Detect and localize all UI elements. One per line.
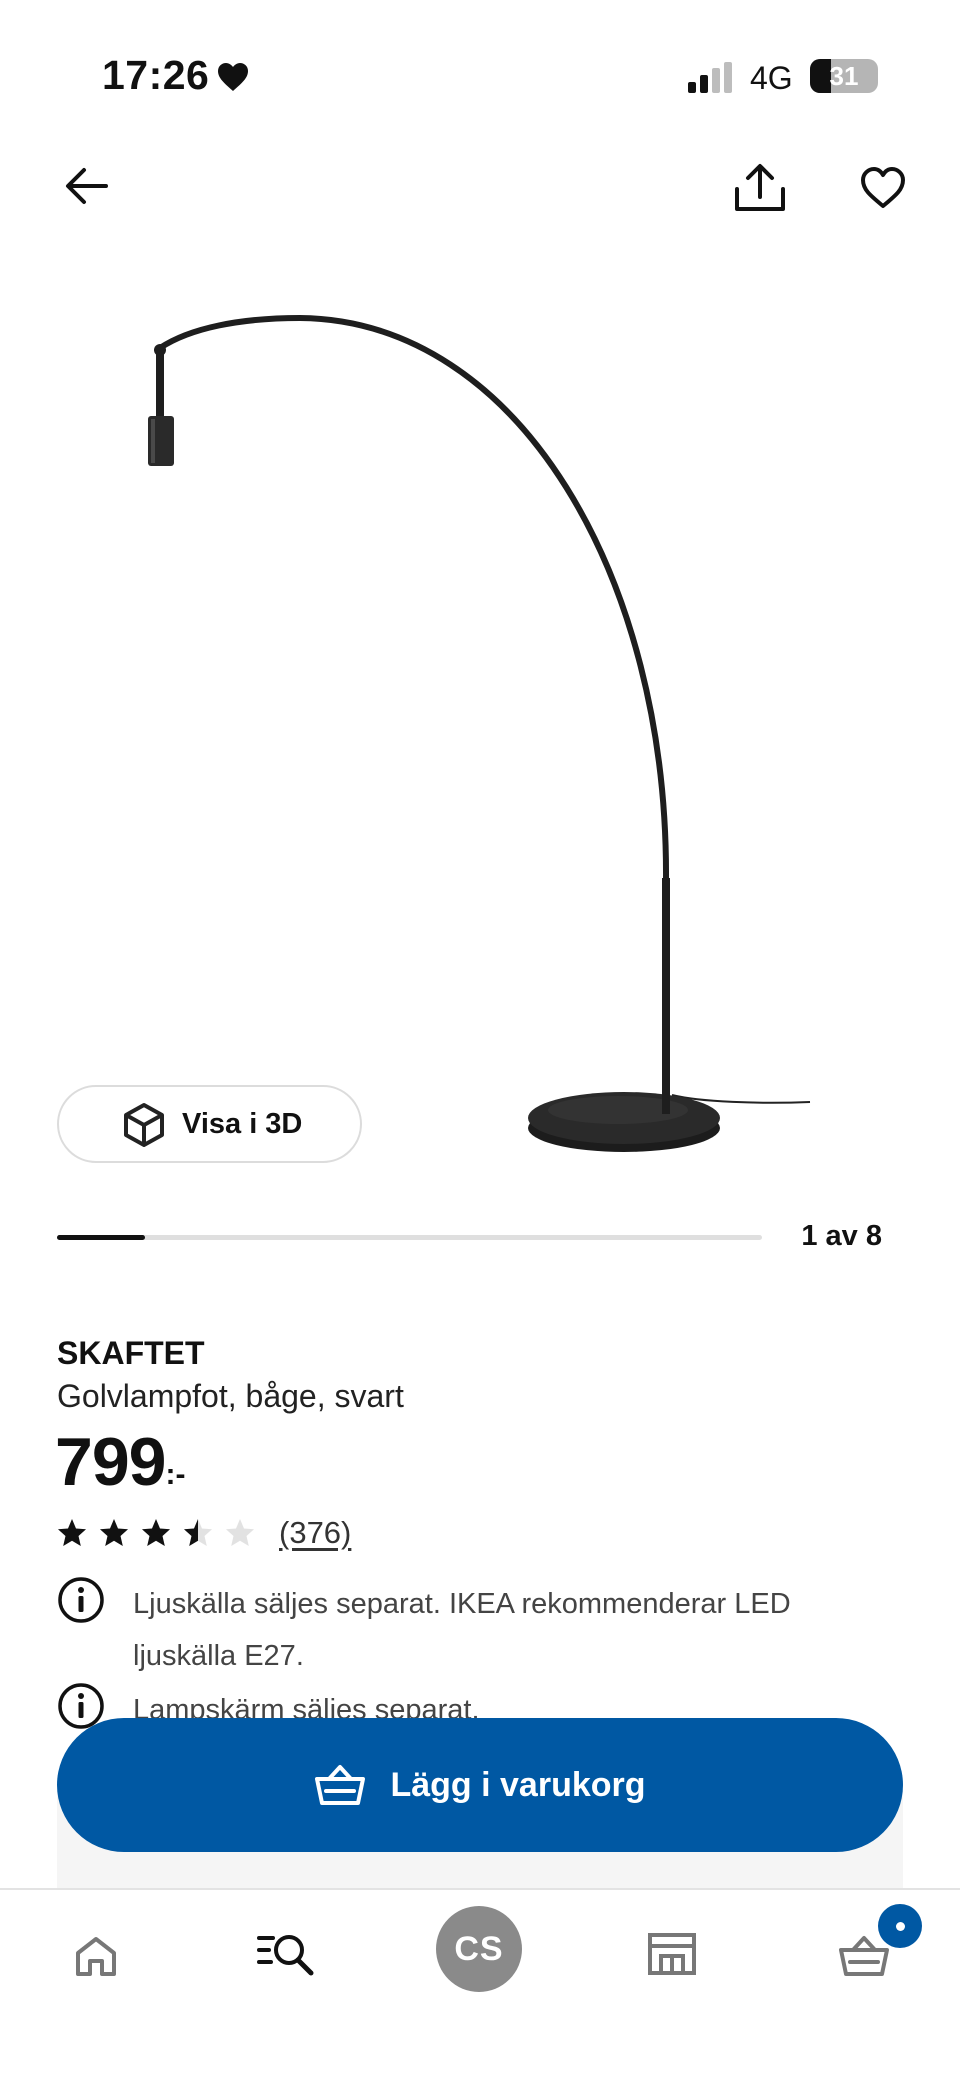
- status-time: 17:26: [102, 52, 210, 98]
- notice-light-source: Ljuskälla säljes separat. IKEA rekommend…: [57, 1576, 857, 1686]
- nav-search[interactable]: [256, 1928, 316, 1980]
- star-icon: [100, 1519, 128, 1546]
- cube-icon: [124, 1103, 164, 1147]
- product-rating[interactable]: (376): [57, 1513, 351, 1553]
- network-type: 4G: [750, 60, 793, 96]
- nav-home[interactable]: [70, 1930, 122, 1982]
- star-icon: [142, 1519, 170, 1546]
- signal-icon: [688, 62, 732, 93]
- cart-badge-dot: [895, 1921, 905, 1931]
- share-button[interactable]: [730, 158, 790, 218]
- profile-initials: CS: [454, 1929, 504, 1968]
- price-amount: 799: [55, 1424, 166, 1500]
- add-to-cart-label: Lägg i varukorg: [390, 1765, 646, 1804]
- gallery-progress-fill: [57, 1235, 146, 1240]
- battery-tip: [872, 71, 877, 83]
- star-icon: [58, 1519, 86, 1546]
- product-description: Golvlampfot, båge, svart: [57, 1378, 404, 1414]
- rating-stars: [57, 1518, 255, 1548]
- favourite-button[interactable]: [853, 160, 913, 216]
- battery-level: 31: [829, 61, 859, 91]
- basket-icon: [315, 1765, 366, 1805]
- view-3d-label: Visa i 3D: [182, 1108, 303, 1140]
- cart-icon: [839, 1936, 889, 1976]
- cart-badge: [878, 1904, 922, 1948]
- review-count-link[interactable]: (376): [279, 1515, 351, 1551]
- status-bar: 17:26 4G 31: [0, 0, 960, 140]
- share-icon: [735, 164, 785, 211]
- add-to-cart-button[interactable]: Lägg i varukorg: [57, 1718, 903, 1852]
- nav-profile-avatar[interactable]: CS: [436, 1906, 522, 1992]
- star-icon: [226, 1519, 254, 1546]
- star-icon: [184, 1519, 212, 1546]
- product-image[interactable]: [0, 280, 960, 1180]
- view-3d-button[interactable]: Visa i 3D: [57, 1085, 362, 1163]
- info-icon: [58, 1577, 104, 1623]
- back-button[interactable]: [58, 158, 114, 214]
- notice-text: Ljuskälla säljes separat. IKEA rekommend…: [133, 1588, 791, 1672]
- product-price: 799 :-: [55, 1422, 185, 1502]
- nav-store[interactable]: [646, 1930, 698, 1978]
- store-icon: [648, 1933, 696, 1975]
- bottom-navigation: CS: [0, 1888, 960, 2087]
- home-icon: [76, 1937, 116, 1976]
- gallery-progress: [57, 1235, 762, 1240]
- arrow-left-icon: [66, 168, 108, 204]
- price-suffix: :-: [165, 1458, 186, 1491]
- heart-status-icon: [218, 63, 248, 91]
- gallery-position: 1 av 8: [801, 1220, 882, 1252]
- heart-outline-icon: [861, 167, 905, 208]
- battery-icon: 31: [810, 59, 878, 93]
- product-name: SKAFTET: [57, 1335, 205, 1371]
- search-icon: [257, 1935, 314, 1976]
